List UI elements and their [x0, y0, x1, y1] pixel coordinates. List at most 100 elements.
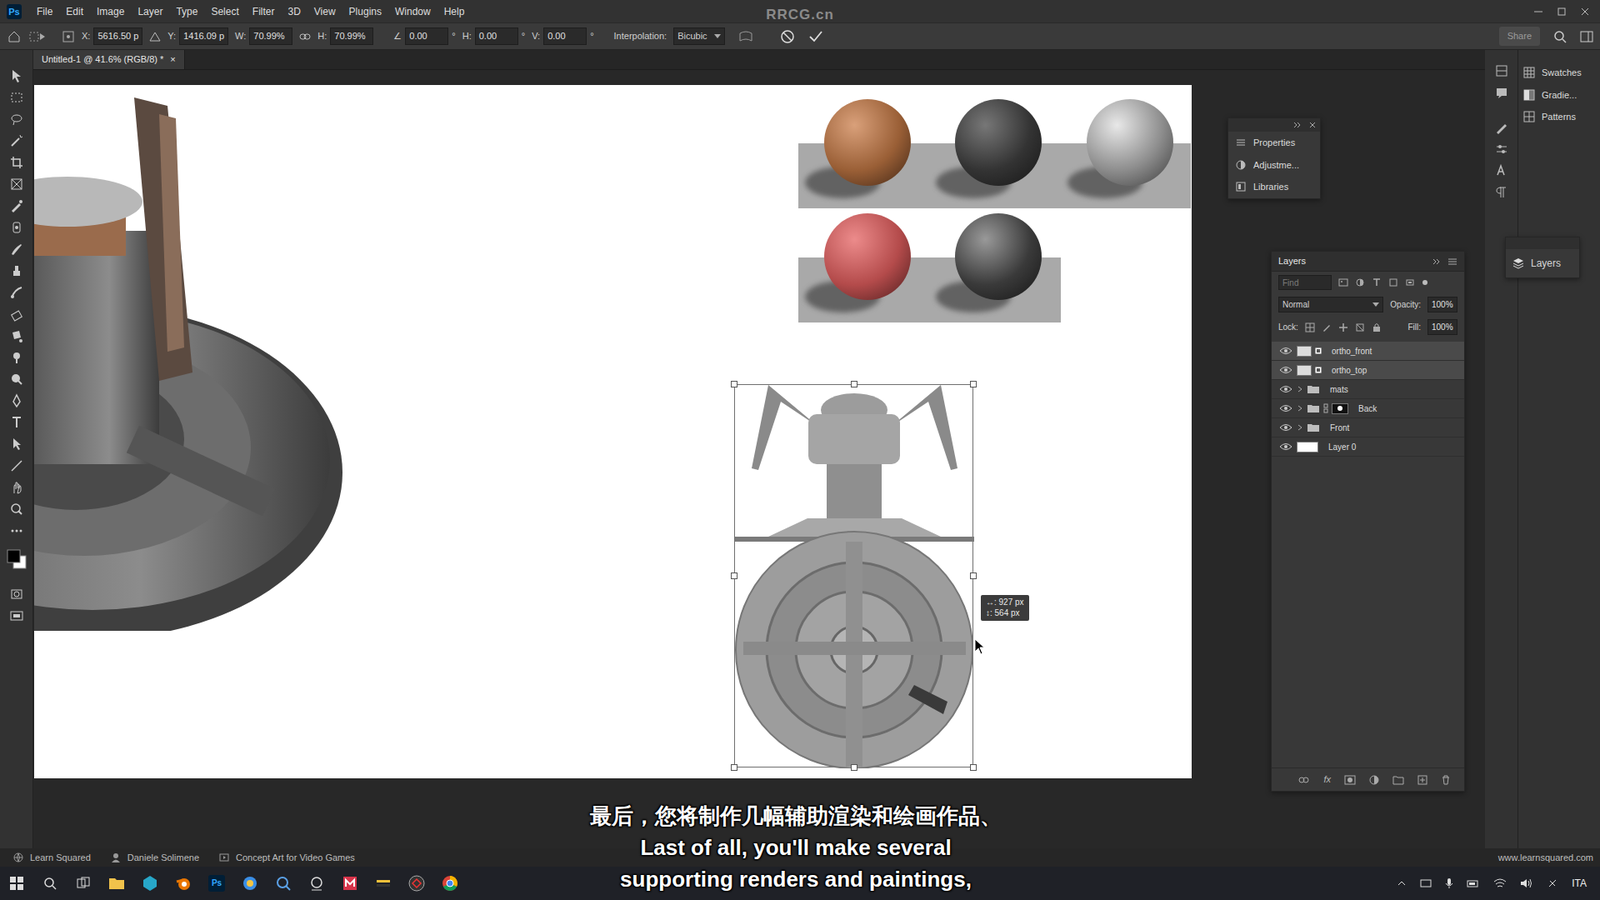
photoshop-taskbar-button[interactable]: Ps: [200, 866, 234, 900]
lock-icon[interactable]: [1305, 322, 1315, 333]
menu-item[interactable]: Type: [170, 4, 203, 20]
tray-app-icon[interactable]: [1420, 877, 1432, 890]
visibility-eye-icon[interactable]: [1278, 441, 1294, 452]
layer-name[interactable]: Layer 0: [1328, 440, 1356, 454]
delete-layer-icon[interactable]: [1440, 775, 1451, 785]
tray-expand-icon[interactable]: [1396, 878, 1407, 889]
quick-mask-icon[interactable]: [0, 583, 34, 605]
tool-icon[interactable]: [0, 476, 34, 499]
tool-icon[interactable]: [0, 520, 34, 542]
home-icon[interactable]: [6, 30, 22, 44]
app-icon[interactable]: [300, 866, 334, 900]
transform-handle[interactable]: [730, 764, 738, 771]
tool-icon[interactable]: [0, 151, 34, 174]
visibility-eye-icon[interactable]: [1278, 403, 1294, 414]
transform-handle[interactable]: [970, 764, 977, 771]
battery-icon[interactable]: [1466, 878, 1480, 889]
transform-field[interactable]: H:70.99%: [317, 27, 374, 45]
reference-point-icon[interactable]: [61, 30, 75, 44]
transform-field[interactable]: W:70.99%: [235, 27, 293, 45]
collapse-icon[interactable]: [1432, 257, 1441, 266]
cancel-icon[interactable]: [780, 29, 795, 45]
relative-position-icon[interactable]: [149, 30, 161, 43]
layer-row[interactable]: mats: [1271, 380, 1465, 400]
file-explorer-icon[interactable]: [100, 866, 134, 900]
dock-tool-icon[interactable]: [1494, 163, 1510, 179]
task-view-icon[interactable]: [66, 866, 100, 900]
opacity-value[interactable]: 100%: [1427, 296, 1458, 313]
lock-icon[interactable]: [1338, 322, 1349, 333]
tool-icon[interactable]: [0, 108, 34, 130]
transform-field[interactable]: H:0.00°: [462, 27, 525, 45]
app-icon[interactable]: [366, 866, 400, 900]
filter-icon[interactable]: [1338, 277, 1349, 288]
dock-panel-item[interactable]: Swatches: [1518, 61, 1600, 85]
expand-arrow-icon[interactable]: [1296, 405, 1304, 412]
color-swatches[interactable]: [5, 548, 28, 570]
transform-handle[interactable]: [730, 380, 738, 388]
taskbar-search-icon[interactable]: [33, 866, 67, 900]
add-mask-icon[interactable]: [1344, 775, 1356, 785]
layer-name[interactable]: mats: [1330, 383, 1349, 396]
menu-item[interactable]: Layer: [132, 4, 168, 20]
filter-icon[interactable]: [1405, 277, 1415, 288]
transform-handle[interactable]: [970, 572, 977, 580]
close-icon[interactable]: [1308, 118, 1317, 132]
layer-row[interactable]: ortho_top: [1271, 360, 1465, 380]
layer-row[interactable]: Back: [1271, 399, 1465, 419]
filter-icon[interactable]: [1371, 277, 1382, 288]
menu-item[interactable]: File: [31, 4, 58, 20]
dock-panel-item[interactable]: Gradie...: [1518, 84, 1600, 107]
document-canvas[interactable]: ↔: 927 px↕: 564 px: [34, 85, 1192, 779]
tool-icon[interactable]: [0, 173, 34, 195]
tool-icon[interactable]: [0, 346, 34, 369]
layer-row[interactable]: Layer 0: [1271, 437, 1465, 457]
panel-menu-icon[interactable]: [1447, 257, 1458, 266]
lock-icon[interactable]: [1371, 322, 1382, 333]
lock-icon[interactable]: [1355, 322, 1365, 333]
link-layers-icon[interactable]: [1298, 775, 1310, 785]
layer-name[interactable]: ortho_front: [1331, 345, 1372, 358]
filter-toggle-icon[interactable]: [1421, 279, 1429, 286]
menu-item[interactable]: Image: [91, 4, 130, 20]
chrome-icon[interactable]: [433, 866, 467, 900]
menu-item[interactable]: Edit: [60, 4, 89, 20]
tool-icon[interactable]: [0, 303, 34, 325]
field-value[interactable]: 1416.09 p: [179, 27, 229, 45]
interpolation-select[interactable]: Bicubic: [673, 27, 725, 45]
app-logo[interactable]: Ps: [6, 4, 22, 20]
layer-style-button[interactable]: fx: [1323, 772, 1331, 787]
document-tab[interactable]: Untitled-1 @ 41.6% (RGB/8) *×: [33, 50, 185, 70]
visibility-eye-icon[interactable]: [1278, 345, 1294, 356]
workspace-icon[interactable]: [1580, 30, 1594, 44]
blend-mode-select[interactable]: Normal: [1278, 296, 1384, 313]
layer-row[interactable]: Front: [1271, 418, 1465, 438]
tab-close[interactable]: ×: [170, 52, 175, 67]
menu-item[interactable]: Plugins: [344, 4, 387, 20]
tool-icon[interactable]: [0, 368, 34, 390]
transform-handle[interactable]: [850, 380, 858, 388]
blender-icon[interactable]: [166, 866, 200, 900]
tool-icon[interactable]: [0, 86, 34, 109]
menu-item[interactable]: View: [309, 4, 341, 20]
transform-field[interactable]: ∠0.00°: [393, 27, 455, 45]
tool-icon[interactable]: [0, 433, 34, 455]
tool-icon[interactable]: [0, 130, 34, 152]
minimize-icon[interactable]: [1533, 6, 1544, 17]
menu-item[interactable]: Help: [439, 4, 470, 20]
dock-tool-icon[interactable]: [1494, 85, 1510, 100]
app-icon[interactable]: [133, 866, 167, 900]
volume-icon[interactable]: [1520, 877, 1534, 890]
menu-item[interactable]: Window: [390, 4, 436, 20]
filter-icon[interactable]: [1388, 277, 1399, 288]
layer-name[interactable]: ortho_top: [1331, 364, 1367, 377]
tool-icon[interactable]: [0, 281, 34, 304]
dock-tool-icon[interactable]: [1494, 141, 1510, 157]
menu-item[interactable]: 3D: [282, 4, 305, 20]
fill-value[interactable]: 100%: [1427, 319, 1458, 335]
collapse-icon[interactable]: [1293, 118, 1302, 132]
search-icon[interactable]: [1553, 30, 1567, 44]
visibility-eye-icon[interactable]: [1278, 365, 1294, 375]
dock-panel-item[interactable]: Patterns: [1518, 105, 1600, 129]
input-language[interactable]: ITA: [1571, 875, 1587, 891]
